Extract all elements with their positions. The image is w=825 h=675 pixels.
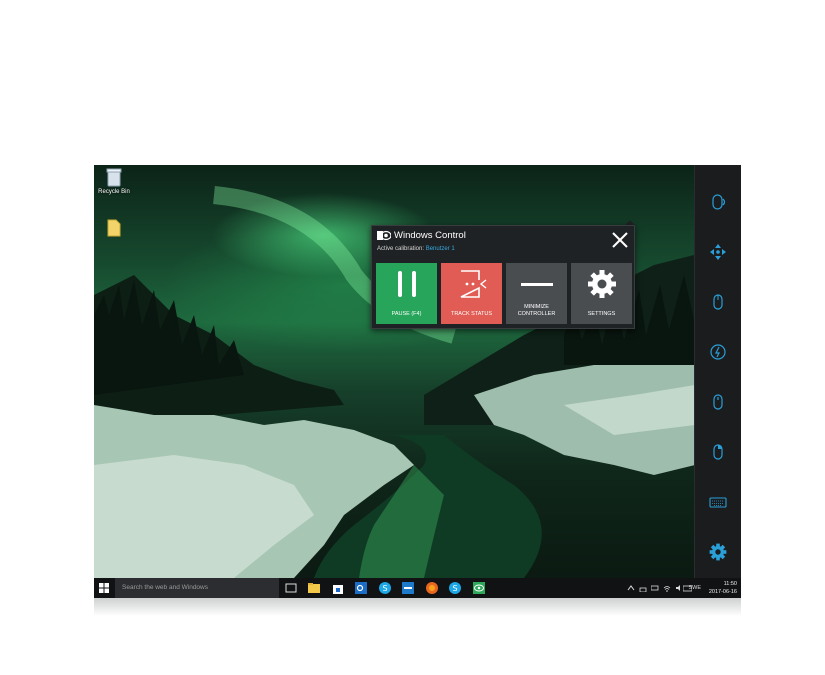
file-explorer-icon[interactable]	[307, 581, 321, 595]
scroll-icon	[710, 344, 726, 360]
desktop-folder[interactable]	[96, 217, 132, 239]
skype-icon[interactable]: S	[448, 581, 462, 595]
calibration-label: Active calibration:	[377, 246, 425, 252]
minimize-label-line2: CONTROLLER	[517, 311, 556, 317]
desktop-screen: Recycle Bin Windows Control Active calib…	[94, 165, 741, 598]
pause-label: PAUSE (F4)	[391, 311, 422, 317]
battery-icon[interactable]	[651, 584, 659, 592]
task-view-icon[interactable]	[284, 581, 298, 595]
panel-title: Windows Control	[394, 230, 466, 241]
minimize-label: MINIMIZE CONTROLLER	[506, 304, 567, 318]
mouse-double-click-icon	[712, 194, 726, 210]
eye-control-sidebar	[694, 165, 741, 578]
recycle-bin-label: Recycle Bin	[98, 189, 130, 195]
language-indicator[interactable]: SWE	[688, 585, 701, 591]
minimize-controller-button[interactable]: MINIMIZE CONTROLLER	[506, 263, 567, 324]
minimize-icon	[520, 283, 553, 286]
move-icon	[710, 244, 726, 260]
volume-icon[interactable]	[675, 584, 683, 592]
track-status-label: TRACK STATUS	[450, 311, 493, 317]
clock-time: 11:50	[723, 581, 737, 587]
sidebar-settings[interactable]	[708, 542, 728, 562]
recycle-bin-icon	[106, 168, 122, 187]
sidebar-double-click[interactable]	[708, 192, 728, 212]
svg-text:S: S	[452, 584, 457, 593]
active-calibration: Active calibration: Benutzer 1	[377, 246, 455, 252]
eye-tracker-icon[interactable]	[472, 581, 486, 595]
taskbar: Search the web and Windows S S SWE 11:50…	[94, 578, 741, 598]
gear-icon	[587, 270, 616, 298]
minimize-label-line1: MINIMIZE	[524, 304, 549, 310]
app-icon[interactable]	[401, 581, 415, 595]
settings-button[interactable]: SETTINGS	[571, 263, 632, 324]
close-icon[interactable]	[610, 230, 630, 250]
settings-label: SETTINGS	[587, 311, 616, 317]
folder-icon	[107, 219, 121, 237]
windows-logo-icon	[99, 583, 109, 593]
clock[interactable]: 11:50 2017-06-16	[709, 580, 737, 596]
sidebar-keyboard[interactable]	[708, 492, 728, 512]
gear-icon	[709, 543, 727, 561]
mouse-left-click-icon	[713, 294, 723, 310]
clock-date: 2017-06-16	[708, 589, 737, 595]
track-status-icon	[460, 270, 486, 298]
eye-logo-icon	[377, 230, 391, 241]
sidebar-scroll[interactable]	[708, 342, 728, 362]
wifi-icon[interactable]	[663, 584, 671, 592]
outlook-icon[interactable]	[354, 581, 368, 595]
pause-icon	[397, 271, 416, 297]
recycle-bin[interactable]: Recycle Bin	[96, 167, 132, 195]
screen-reflection	[94, 598, 741, 616]
network-icon[interactable]	[639, 584, 647, 592]
firefox-icon[interactable]	[425, 581, 439, 595]
search-box[interactable]: Search the web and Windows	[115, 578, 279, 598]
calibration-user-link[interactable]: Benutzer 1	[426, 246, 455, 252]
pause-button[interactable]: PAUSE (F4)	[376, 263, 437, 324]
mouse-click-icon	[713, 394, 723, 410]
chevron-up-icon[interactable]	[627, 584, 635, 592]
start-button[interactable]	[94, 578, 114, 598]
sidebar-right-click[interactable]	[708, 442, 728, 462]
skype-icon[interactable]: S	[378, 581, 392, 595]
mouse-right-click-icon	[713, 444, 723, 460]
track-status-button[interactable]: TRACK STATUS	[441, 263, 502, 324]
sidebar-click[interactable]	[708, 392, 728, 412]
sidebar-move[interactable]	[708, 242, 728, 262]
store-icon[interactable]	[331, 581, 345, 595]
windows-control-panel: Windows Control Active calibration: Benu…	[371, 225, 635, 329]
sidebar-left-click[interactable]	[708, 292, 728, 312]
keyboard-icon	[709, 497, 727, 508]
svg-text:S: S	[382, 584, 387, 593]
